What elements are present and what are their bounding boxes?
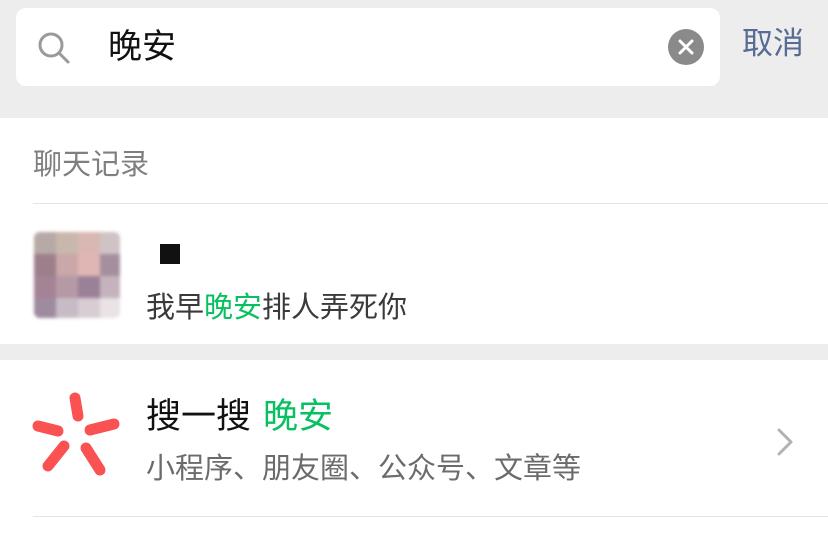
message-snippet: 我早晚安排人弄死你 (146, 289, 407, 325)
cancel-button[interactable]: 取消 (742, 24, 804, 64)
search-box[interactable]: 晚安 (16, 8, 720, 86)
section-title: 聊天记录 (33, 147, 150, 181)
avatar (34, 232, 120, 318)
souyisou-label: 搜一搜 (146, 397, 252, 437)
search-input[interactable]: 晚安 (108, 27, 176, 67)
souyisou-row[interactable]: 搜一搜 晚安 小程序、朋友圈、公众号、文章等 (0, 360, 828, 555)
chat-result-row[interactable]: 我早晚安排人弄死你 (0, 204, 828, 344)
clear-search-button[interactable] (668, 29, 704, 65)
section-gap (0, 344, 828, 360)
snippet-text-post: 排人弄死你 (262, 290, 408, 324)
close-icon (678, 39, 694, 55)
search-bar: 晚安 取消 (0, 0, 828, 118)
chevron-right-icon (777, 428, 793, 456)
snippet-text-pre: 我早 (146, 290, 205, 324)
contact-name-redacted (160, 244, 180, 264)
souyisou-icon (32, 392, 120, 476)
search-icon (38, 32, 70, 64)
souyisou-keyword: 晚安 (263, 397, 334, 437)
snippet-highlight: 晚安 (204, 290, 263, 324)
chat-history-header: 聊天记录 (0, 118, 828, 204)
divider (33, 516, 828, 517)
souyisou-title: 搜一搜 晚安 (146, 396, 333, 438)
souyisou-subtitle: 小程序、朋友圈、公众号、文章等 (146, 451, 582, 485)
